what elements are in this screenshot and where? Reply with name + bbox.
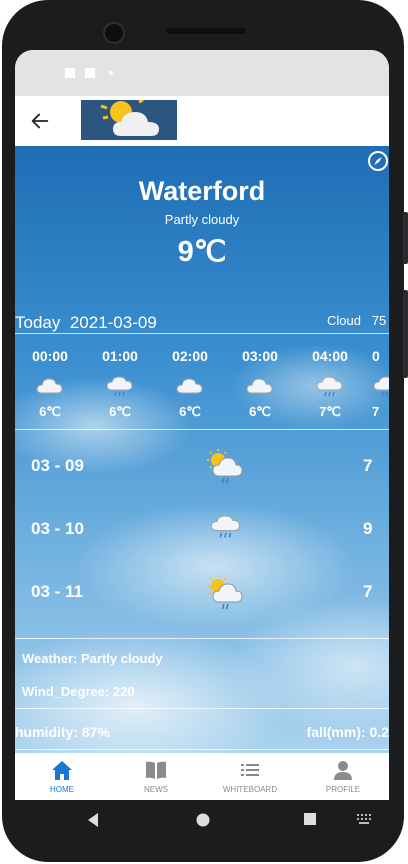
weather-detail: Weather: Partly cloudy (22, 651, 163, 666)
divider (15, 333, 389, 334)
arrow-left-icon[interactable] (29, 110, 51, 132)
hour-temp: 7℃ (319, 404, 341, 419)
hour-time: 03:00 (242, 348, 278, 364)
hour-temp: 6℃ (179, 404, 201, 419)
nav-news[interactable]: NEWS (109, 753, 203, 800)
compass-icon[interactable] (367, 150, 389, 172)
hourly-item[interactable]: 0 7 (372, 348, 389, 419)
hour-temp: 6℃ (249, 404, 271, 419)
current-condition: Partly cloudy (164, 212, 240, 227)
person-icon (334, 761, 352, 780)
today-text: Today (15, 313, 61, 332)
recents-square-icon[interactable] (303, 812, 317, 826)
current-temperature: 9℃ (177, 236, 227, 268)
hourly-item[interactable]: 04:00 7℃ (302, 348, 358, 420)
divider (15, 708, 389, 709)
day-value: 9 (363, 519, 373, 538)
divider (15, 429, 389, 430)
day-value: 7 (363, 456, 373, 475)
cloud-icon (35, 374, 65, 398)
day-date: 03 - 09 (31, 456, 84, 475)
daily-row[interactable]: 03 - 09 7 (15, 448, 389, 488)
status-square-icon (85, 68, 95, 78)
power-button (403, 290, 408, 378)
hour-time: 04:00 (312, 348, 348, 364)
nav-whiteboard-label: WHITEBOARD (222, 785, 278, 794)
rain-cloud-icon (372, 374, 389, 398)
status-dot-icon (109, 71, 113, 75)
rain-cloud-icon (315, 374, 345, 398)
day-value: 7 (363, 582, 373, 601)
hourly-item[interactable]: 02:00 6℃ (162, 348, 218, 420)
daily-row[interactable]: 03 - 10 9 (15, 511, 389, 551)
front-camera (103, 22, 125, 44)
sun-rain-cloud-icon (205, 574, 245, 612)
nav-profile-label: PROFILE (325, 785, 361, 794)
cloud-value: 75 (371, 313, 387, 328)
nav-home[interactable]: HOME (15, 753, 109, 800)
app-bar (15, 96, 389, 146)
hourly-item[interactable]: 01:00 6℃ (92, 348, 148, 420)
divider (15, 638, 389, 639)
nav-whiteboard[interactable]: WHITEBOARD (203, 753, 297, 800)
bottom-navigation: HOME NEWS WHITEBOARD PROFILE (15, 753, 389, 800)
cloud-label: Cloud (327, 313, 361, 328)
system-navigation-bar (15, 800, 389, 842)
cloud-icon (175, 374, 205, 398)
wind-degree-detail: Wind_Degree: 220 (22, 684, 135, 699)
weather-panel: Waterford Partly cloudy 9℃ Today 2021-03… (15, 146, 389, 753)
back-triangle-icon[interactable] (86, 812, 100, 828)
fall-detail: fall(mm): 0.2 (306, 724, 389, 740)
nav-home-label: HOME (50, 785, 74, 794)
nav-news-label: NEWS (144, 785, 168, 794)
cloud-coverage: Cloud 75 (327, 313, 386, 328)
volume-button (403, 212, 408, 264)
status-bar (15, 50, 389, 96)
day-date: 03 - 11 (31, 582, 83, 601)
hour-temp: 6℃ (109, 404, 131, 419)
hour-time: 02:00 (172, 348, 208, 364)
cloud-icon (245, 374, 275, 398)
sun-cloud-logo-icon (81, 100, 177, 140)
hourly-item[interactable]: 03:00 6℃ (232, 348, 288, 420)
home-circle-icon[interactable] (195, 812, 211, 828)
rain-cloud-icon (209, 511, 243, 541)
city-name: Waterford (138, 176, 266, 206)
nav-profile[interactable]: PROFILE (297, 753, 389, 800)
hourly-item[interactable]: 00:00 6℃ (22, 348, 78, 420)
hour-temp: 6℃ (39, 404, 61, 419)
sun-rain-cloud-icon (205, 448, 245, 486)
rain-cloud-icon (105, 374, 135, 398)
hour-time: 01:00 (102, 348, 138, 364)
status-square-icon (65, 68, 75, 78)
daily-row[interactable]: 03 - 11 7 (15, 574, 389, 614)
divider (15, 749, 389, 750)
day-date: 03 - 10 (31, 519, 84, 538)
today-label: Today 2021-03-09 (15, 313, 157, 333)
hour-time: 00:00 (32, 348, 68, 364)
list-icon (241, 764, 259, 776)
hour-time: 0 (372, 348, 380, 364)
keyboard-grid-icon[interactable] (357, 814, 371, 824)
book-icon (146, 761, 166, 779)
hour-temp: 7 (372, 404, 380, 419)
home-icon (52, 761, 72, 780)
earpiece-speaker (166, 28, 246, 34)
phone-frame: Waterford Partly cloudy 9℃ Today 2021-03… (0, 0, 408, 864)
today-date: 2021-03-09 (69, 313, 157, 332)
humidity-detail: humidity: 87% (15, 724, 110, 740)
app-screen: Waterford Partly cloudy 9℃ Today 2021-03… (15, 50, 389, 800)
